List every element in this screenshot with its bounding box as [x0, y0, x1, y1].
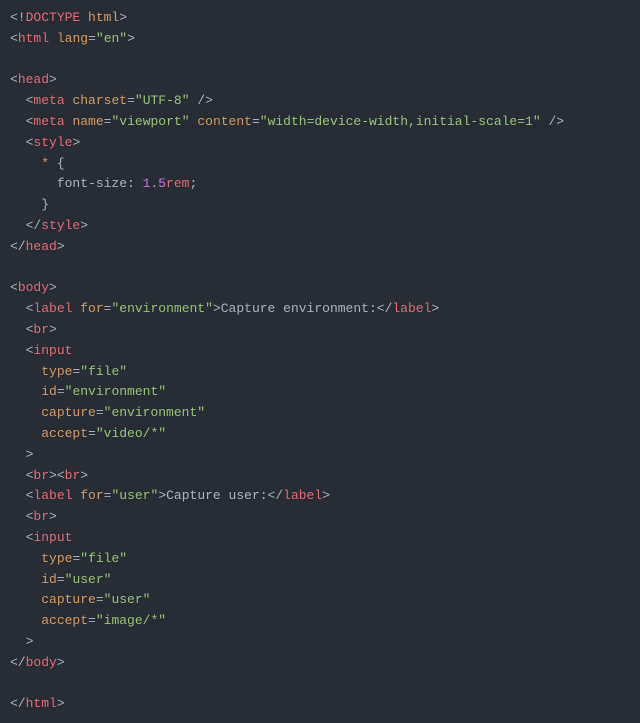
line: </style> [10, 218, 88, 233]
line: <input [10, 530, 72, 545]
line: capture="user" [10, 592, 150, 607]
line: <input [10, 343, 72, 358]
line: <!DOCTYPE html> [10, 10, 127, 25]
line: <meta charset="UTF-8" /> [10, 93, 213, 108]
code-block: <!DOCTYPE html> <html lang="en"> <head> … [10, 8, 630, 715]
line: id="environment" [10, 384, 166, 399]
line: id="user" [10, 572, 111, 587]
line: <br> [10, 509, 57, 524]
line: * { [10, 156, 65, 171]
line: accept="video/*" [10, 426, 166, 441]
line: <html lang="en"> [10, 31, 135, 46]
line: <br><br> [10, 468, 88, 483]
line: </body> [10, 655, 65, 670]
line: > [10, 447, 33, 462]
line: font-size: 1.5rem; [10, 176, 197, 191]
line: capture="environment" [10, 405, 205, 420]
line: <label for="environment">Capture environ… [10, 301, 439, 316]
line: <br> [10, 322, 57, 337]
line: </html> [10, 696, 65, 711]
line: <body> [10, 280, 57, 295]
line: type="file" [10, 551, 127, 566]
line: <style> [10, 135, 80, 150]
line: <head> [10, 72, 57, 87]
line: > [10, 634, 33, 649]
line: <label for="user">Capture user:</label> [10, 488, 330, 503]
line: } [10, 197, 49, 212]
line: </head> [10, 239, 65, 254]
line: <meta name="viewport" content="width=dev… [10, 114, 564, 129]
line: type="file" [10, 364, 127, 379]
line: accept="image/*" [10, 613, 166, 628]
